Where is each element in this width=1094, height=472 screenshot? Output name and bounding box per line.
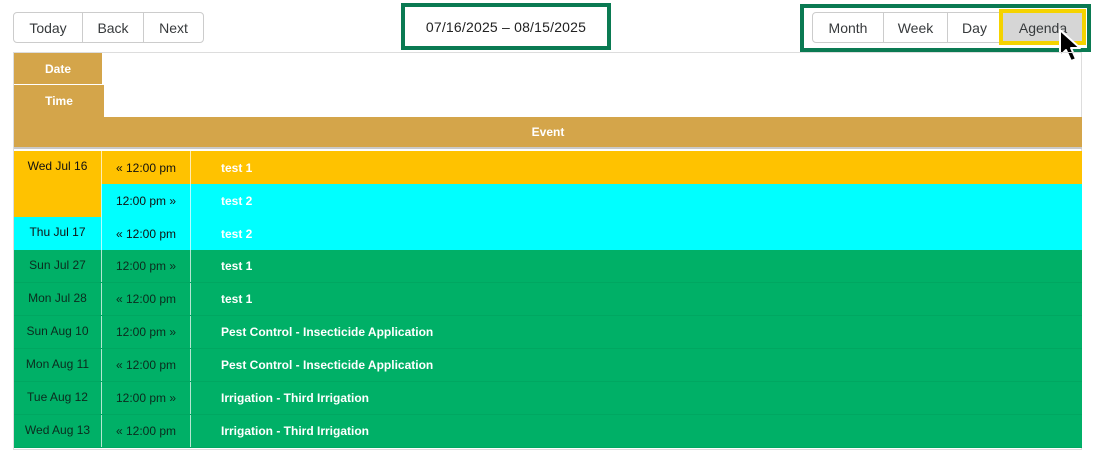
agenda-rows: Wed Jul 16 « 12:00 pm test 1 12:00 pm » test… bbox=[14, 151, 1082, 448]
agenda-row[interactable]: Sun Jul 27 12:00 pm » test 1 bbox=[14, 250, 1082, 283]
time-column-header: Time bbox=[14, 85, 104, 117]
agenda-view-button[interactable]: Agenda bbox=[1001, 12, 1085, 43]
agenda-row[interactable]: Thu Jul 17 « 12:00 pm test 2 bbox=[14, 217, 1082, 250]
agenda-time-cell: « 12:00 pm bbox=[101, 283, 191, 315]
view-switcher: Month Week Day Agenda bbox=[812, 12, 1085, 43]
agenda-date-cell: Sun Jul 27 bbox=[29, 258, 86, 272]
agenda-event-title[interactable]: test 1 bbox=[191, 283, 1082, 315]
agenda-date-cell: Wed Jul 16 bbox=[27, 159, 88, 173]
agenda-time-cell: « 12:00 pm bbox=[101, 151, 191, 184]
agenda-date-cell: Mon Aug 11 bbox=[25, 357, 90, 371]
agenda-row[interactable]: Mon Jul 28 « 12:00 pm test 1 bbox=[14, 283, 1082, 316]
agenda-date-cell: Sun Aug 10 bbox=[26, 324, 89, 338]
agenda-time-cell: 12:00 pm » bbox=[101, 184, 191, 217]
agenda-event-title[interactable]: Irrigation - Third Irrigation bbox=[191, 382, 1082, 414]
agenda-event-title[interactable]: Pest Control - Insecticide Application bbox=[191, 349, 1082, 381]
agenda-date-cell: Wed Aug 13 bbox=[24, 423, 91, 437]
next-button[interactable]: Next bbox=[143, 12, 204, 43]
agenda-row[interactable]: 12:00 pm » test 2 bbox=[14, 184, 1082, 217]
agenda-time-cell: 12:00 pm » bbox=[101, 250, 191, 282]
agenda-time-cell: « 12:00 pm bbox=[101, 349, 191, 381]
agenda-event-title[interactable]: test 2 bbox=[191, 184, 1082, 217]
agenda-event-title[interactable]: test 1 bbox=[191, 151, 1082, 184]
agenda-time-cell: « 12:00 pm bbox=[101, 415, 191, 447]
agenda-date-cell: Tue Aug 12 bbox=[27, 390, 88, 404]
agenda-row[interactable]: Mon Aug 11 « 12:00 pm Pest Control - Insec… bbox=[14, 349, 1082, 382]
month-view-button[interactable]: Month bbox=[812, 12, 884, 43]
agenda-date-cell: Thu Jul 17 bbox=[29, 225, 86, 239]
back-button[interactable]: Back bbox=[82, 12, 144, 43]
agenda-table: Date Time Event Wed Jul 16 « 12:00 pm test… bbox=[13, 52, 1082, 450]
date-range-label: 07/16/2025 – 08/15/2025 bbox=[401, 3, 611, 50]
agenda-row[interactable]: Tue Aug 12 12:00 pm » Irrigation - Third I… bbox=[14, 382, 1082, 415]
agenda-event-title[interactable]: test 2 bbox=[191, 217, 1082, 250]
agenda-time-cell: 12:00 pm » bbox=[101, 382, 191, 414]
agenda-event-title[interactable]: Irrigation - Third Irrigation bbox=[191, 415, 1082, 447]
day-view-button[interactable]: Day bbox=[947, 12, 1002, 43]
agenda-date-cell bbox=[14, 184, 101, 217]
agenda-time-cell: 12:00 pm » bbox=[101, 316, 191, 348]
agenda-row[interactable]: Sun Aug 10 12:00 pm » Pest Control - Insec… bbox=[14, 316, 1082, 349]
agenda-row[interactable]: Wed Jul 16 « 12:00 pm test 1 bbox=[14, 151, 1082, 184]
agenda-event-title[interactable]: test 1 bbox=[191, 250, 1082, 282]
week-view-button[interactable]: Week bbox=[883, 12, 948, 43]
agenda-row[interactable]: Wed Aug 13 « 12:00 pm Irrigation - Third I… bbox=[14, 415, 1082, 448]
today-button[interactable]: Today bbox=[13, 12, 83, 43]
date-column-header: Date bbox=[14, 53, 102, 84]
event-column-header: Event bbox=[14, 117, 1082, 149]
agenda-time-cell: « 12:00 pm bbox=[101, 217, 191, 250]
agenda-event-title[interactable]: Pest Control - Insecticide Application bbox=[191, 316, 1082, 348]
navigation-toolbar: Today Back Next bbox=[13, 12, 204, 43]
agenda-date-cell: Mon Jul 28 bbox=[28, 291, 87, 305]
